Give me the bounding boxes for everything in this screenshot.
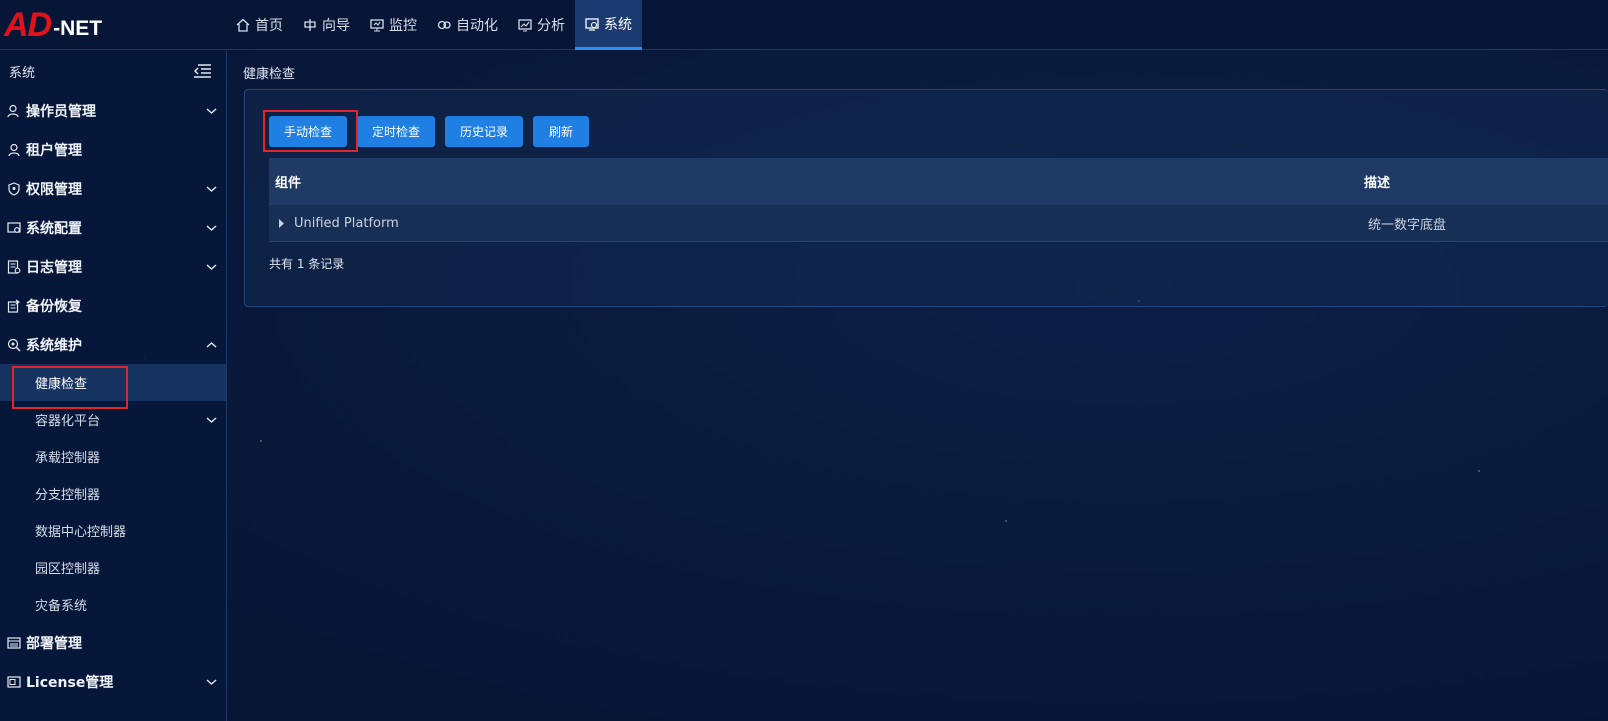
chevron-down-icon bbox=[206, 416, 217, 423]
column-header-description: 描述 bbox=[1364, 176, 1391, 191]
sidebar-subitem-label: 容器化平台 bbox=[35, 414, 101, 429]
sidebar-item-label: 部署管理 bbox=[26, 635, 82, 652]
breadcrumb: 健康检查 bbox=[243, 67, 296, 82]
sidebar-item-label: 备份恢复 bbox=[26, 298, 82, 315]
sidebar-item-deploy[interactable]: 部署管理 bbox=[0, 623, 226, 662]
column-header-component: 组件 bbox=[275, 176, 302, 191]
highlight-box-health-check bbox=[12, 366, 128, 409]
license-icon bbox=[7, 675, 21, 688]
top-bar: AD -NET 首页 向导 监控 自动化 分析 系统 bbox=[0, 0, 1608, 50]
sidebar-header: 系统 bbox=[0, 51, 226, 91]
nav-label: 系统 bbox=[604, 16, 632, 33]
sidebar-subitem-branch-controller[interactable]: 分支控制器 bbox=[0, 475, 226, 512]
maintenance-icon bbox=[7, 338, 21, 351]
sidebar-subitem-datacenter-controller[interactable]: 数据中心控制器 bbox=[0, 512, 226, 549]
nav-system[interactable]: 系统 bbox=[575, 0, 642, 50]
sidebar-item-license[interactable]: License管理 bbox=[0, 662, 226, 701]
sidebar-item-backup[interactable]: 备份恢复 bbox=[0, 286, 226, 325]
table-header: 组件 描述 bbox=[269, 158, 1608, 205]
backup-icon bbox=[7, 299, 20, 313]
chevron-down-icon bbox=[206, 185, 217, 192]
sidebar-item-label: 权限管理 bbox=[26, 181, 82, 198]
sidebar-subitem-label: 数据中心控制器 bbox=[35, 525, 127, 540]
tenant-icon bbox=[8, 143, 20, 156]
cell-component: Unified Platform bbox=[294, 215, 399, 231]
log-icon bbox=[7, 259, 21, 274]
sidebar-item-operator[interactable]: 操作员管理 bbox=[0, 91, 226, 130]
sidebar-item-permission[interactable]: 权限管理 bbox=[0, 169, 226, 208]
sidebar-item-label: License管理 bbox=[26, 674, 114, 691]
nav-label: 首页 bbox=[255, 18, 283, 34]
nav-label: 监控 bbox=[389, 18, 417, 34]
sidebar-subitem-label: 灾备系统 bbox=[35, 599, 88, 614]
chevron-up-icon bbox=[206, 341, 217, 348]
nav-home[interactable]: 首页 bbox=[226, 0, 293, 50]
background-star bbox=[1478, 470, 1480, 472]
logo: AD -NET bbox=[4, 6, 102, 44]
sidebar-item-label: 系统配置 bbox=[26, 220, 82, 237]
nav-label: 自动化 bbox=[456, 18, 498, 34]
sidebar-subitem-campus-controller[interactable]: 园区控制器 bbox=[0, 549, 226, 586]
collapse-menu-icon[interactable] bbox=[192, 63, 212, 79]
system-icon bbox=[585, 17, 599, 31]
nav-automation[interactable]: 自动化 bbox=[427, 0, 508, 50]
expand-row-icon[interactable] bbox=[279, 219, 285, 228]
sidebar-item-label: 操作员管理 bbox=[26, 103, 96, 120]
cell-description: 统一数字底盘 bbox=[1368, 217, 1447, 233]
operator-icon bbox=[7, 104, 19, 117]
nav-label: 分析 bbox=[537, 18, 565, 34]
nav-label: 向导 bbox=[322, 18, 350, 34]
shield-icon bbox=[8, 181, 20, 196]
sidebar-item-config[interactable]: 系统配置 bbox=[0, 208, 226, 247]
monitor-icon bbox=[370, 19, 384, 32]
automation-icon bbox=[437, 20, 451, 30]
wizard-icon bbox=[304, 19, 316, 31]
refresh-button[interactable]: 刷新 bbox=[533, 116, 589, 147]
chevron-down-icon bbox=[206, 263, 217, 270]
deploy-icon bbox=[7, 636, 21, 649]
sidebar-item-maintenance[interactable]: 系统维护 bbox=[0, 325, 226, 364]
nav-analysis[interactable]: 分析 bbox=[508, 0, 575, 50]
logo-net: -NET bbox=[53, 17, 103, 40]
nav-monitor[interactable]: 监控 bbox=[360, 0, 427, 50]
background-star bbox=[260, 440, 262, 442]
history-button[interactable]: 历史记录 bbox=[445, 116, 523, 147]
home-icon bbox=[236, 18, 250, 32]
sidebar-item-label: 日志管理 bbox=[26, 259, 82, 276]
logo-ad: AD bbox=[4, 6, 52, 44]
background-star bbox=[1005, 520, 1007, 522]
sidebar-subitem-label: 承载控制器 bbox=[35, 451, 101, 466]
chevron-down-icon bbox=[206, 678, 217, 685]
record-count: 共有 1 条记录 bbox=[269, 257, 345, 271]
sidebar-item-log[interactable]: 日志管理 bbox=[0, 247, 226, 286]
sidebar-subitem-bearer-controller[interactable]: 承载控制器 bbox=[0, 438, 226, 475]
sidebar-title: 系统 bbox=[9, 65, 36, 81]
top-nav: 首页 向导 监控 自动化 分析 系统 bbox=[226, 0, 642, 50]
sidebar-item-label: 系统维护 bbox=[26, 337, 82, 354]
nav-wizard[interactable]: 向导 bbox=[293, 0, 360, 50]
analysis-icon bbox=[518, 19, 532, 32]
sidebar-subitem-label: 分支控制器 bbox=[35, 488, 101, 503]
sidebar-item-tenant[interactable]: 租户管理 bbox=[0, 130, 226, 169]
table-row[interactable]: Unified Platform 统一数字底盘 bbox=[269, 205, 1608, 242]
sidebar-subitem-label: 园区控制器 bbox=[35, 562, 101, 577]
scheduled-check-button[interactable]: 定时检查 bbox=[357, 116, 435, 147]
highlight-box-manual-check bbox=[263, 110, 358, 152]
config-icon bbox=[7, 221, 21, 233]
chevron-down-icon bbox=[206, 107, 217, 114]
sidebar-subitem-disaster-recovery[interactable]: 灾备系统 bbox=[0, 586, 226, 623]
chevron-down-icon bbox=[206, 224, 217, 231]
sidebar-item-label: 租户管理 bbox=[26, 142, 82, 159]
